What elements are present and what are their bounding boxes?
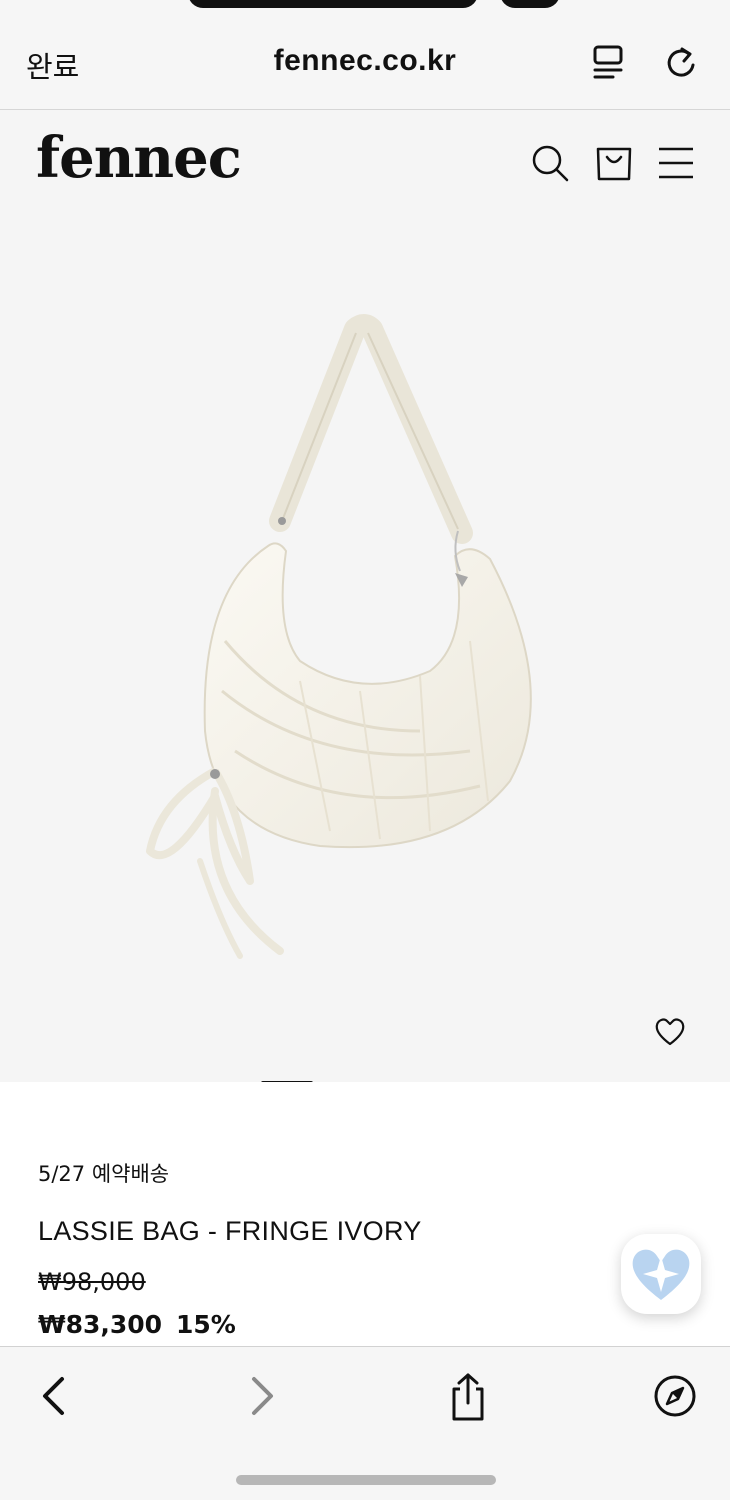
product-name: LASSIE BAG - FRINGE IVORY: [38, 1216, 422, 1246]
site-logo[interactable]: fennec: [36, 125, 242, 191]
original-price: ₩98,000: [38, 1268, 146, 1296]
compass-icon[interactable]: [652, 1373, 696, 1419]
discount-rate: 15%: [176, 1310, 236, 1339]
floating-like-button[interactable]: [621, 1234, 701, 1314]
reload-icon[interactable]: [662, 44, 700, 82]
product-info: 5/27 예약배송 LASSIE BAG - FRINGE IVORY ₩98,…: [0, 1082, 730, 1346]
shopping-bag-icon[interactable]: [594, 143, 634, 183]
heart-outline-icon[interactable]: [654, 1017, 686, 1047]
home-indicator: [236, 1475, 496, 1485]
browser-top-bar: 완료 fennec.co.kr: [0, 0, 730, 110]
site-header: fennec: [0, 111, 730, 211]
share-icon[interactable]: [446, 1373, 490, 1421]
browser-bottom-toolbar: [0, 1346, 730, 1500]
sale-price: ₩83,300: [38, 1310, 163, 1339]
bag-illustration: [146, 314, 532, 959]
chevron-right-icon[interactable]: [240, 1373, 284, 1419]
chevron-left-icon[interactable]: [32, 1373, 76, 1419]
product-image[interactable]: [0, 211, 730, 1082]
dynamic-island: [188, 0, 478, 8]
search-icon[interactable]: [530, 143, 570, 183]
delivery-note: 5/27 예약배송: [38, 1162, 170, 1186]
hamburger-menu-icon[interactable]: [656, 143, 696, 183]
dynamic-island-camera: [500, 0, 560, 8]
sparkle-heart-icon: [632, 1249, 690, 1300]
reader-mode-icon[interactable]: [590, 44, 630, 82]
